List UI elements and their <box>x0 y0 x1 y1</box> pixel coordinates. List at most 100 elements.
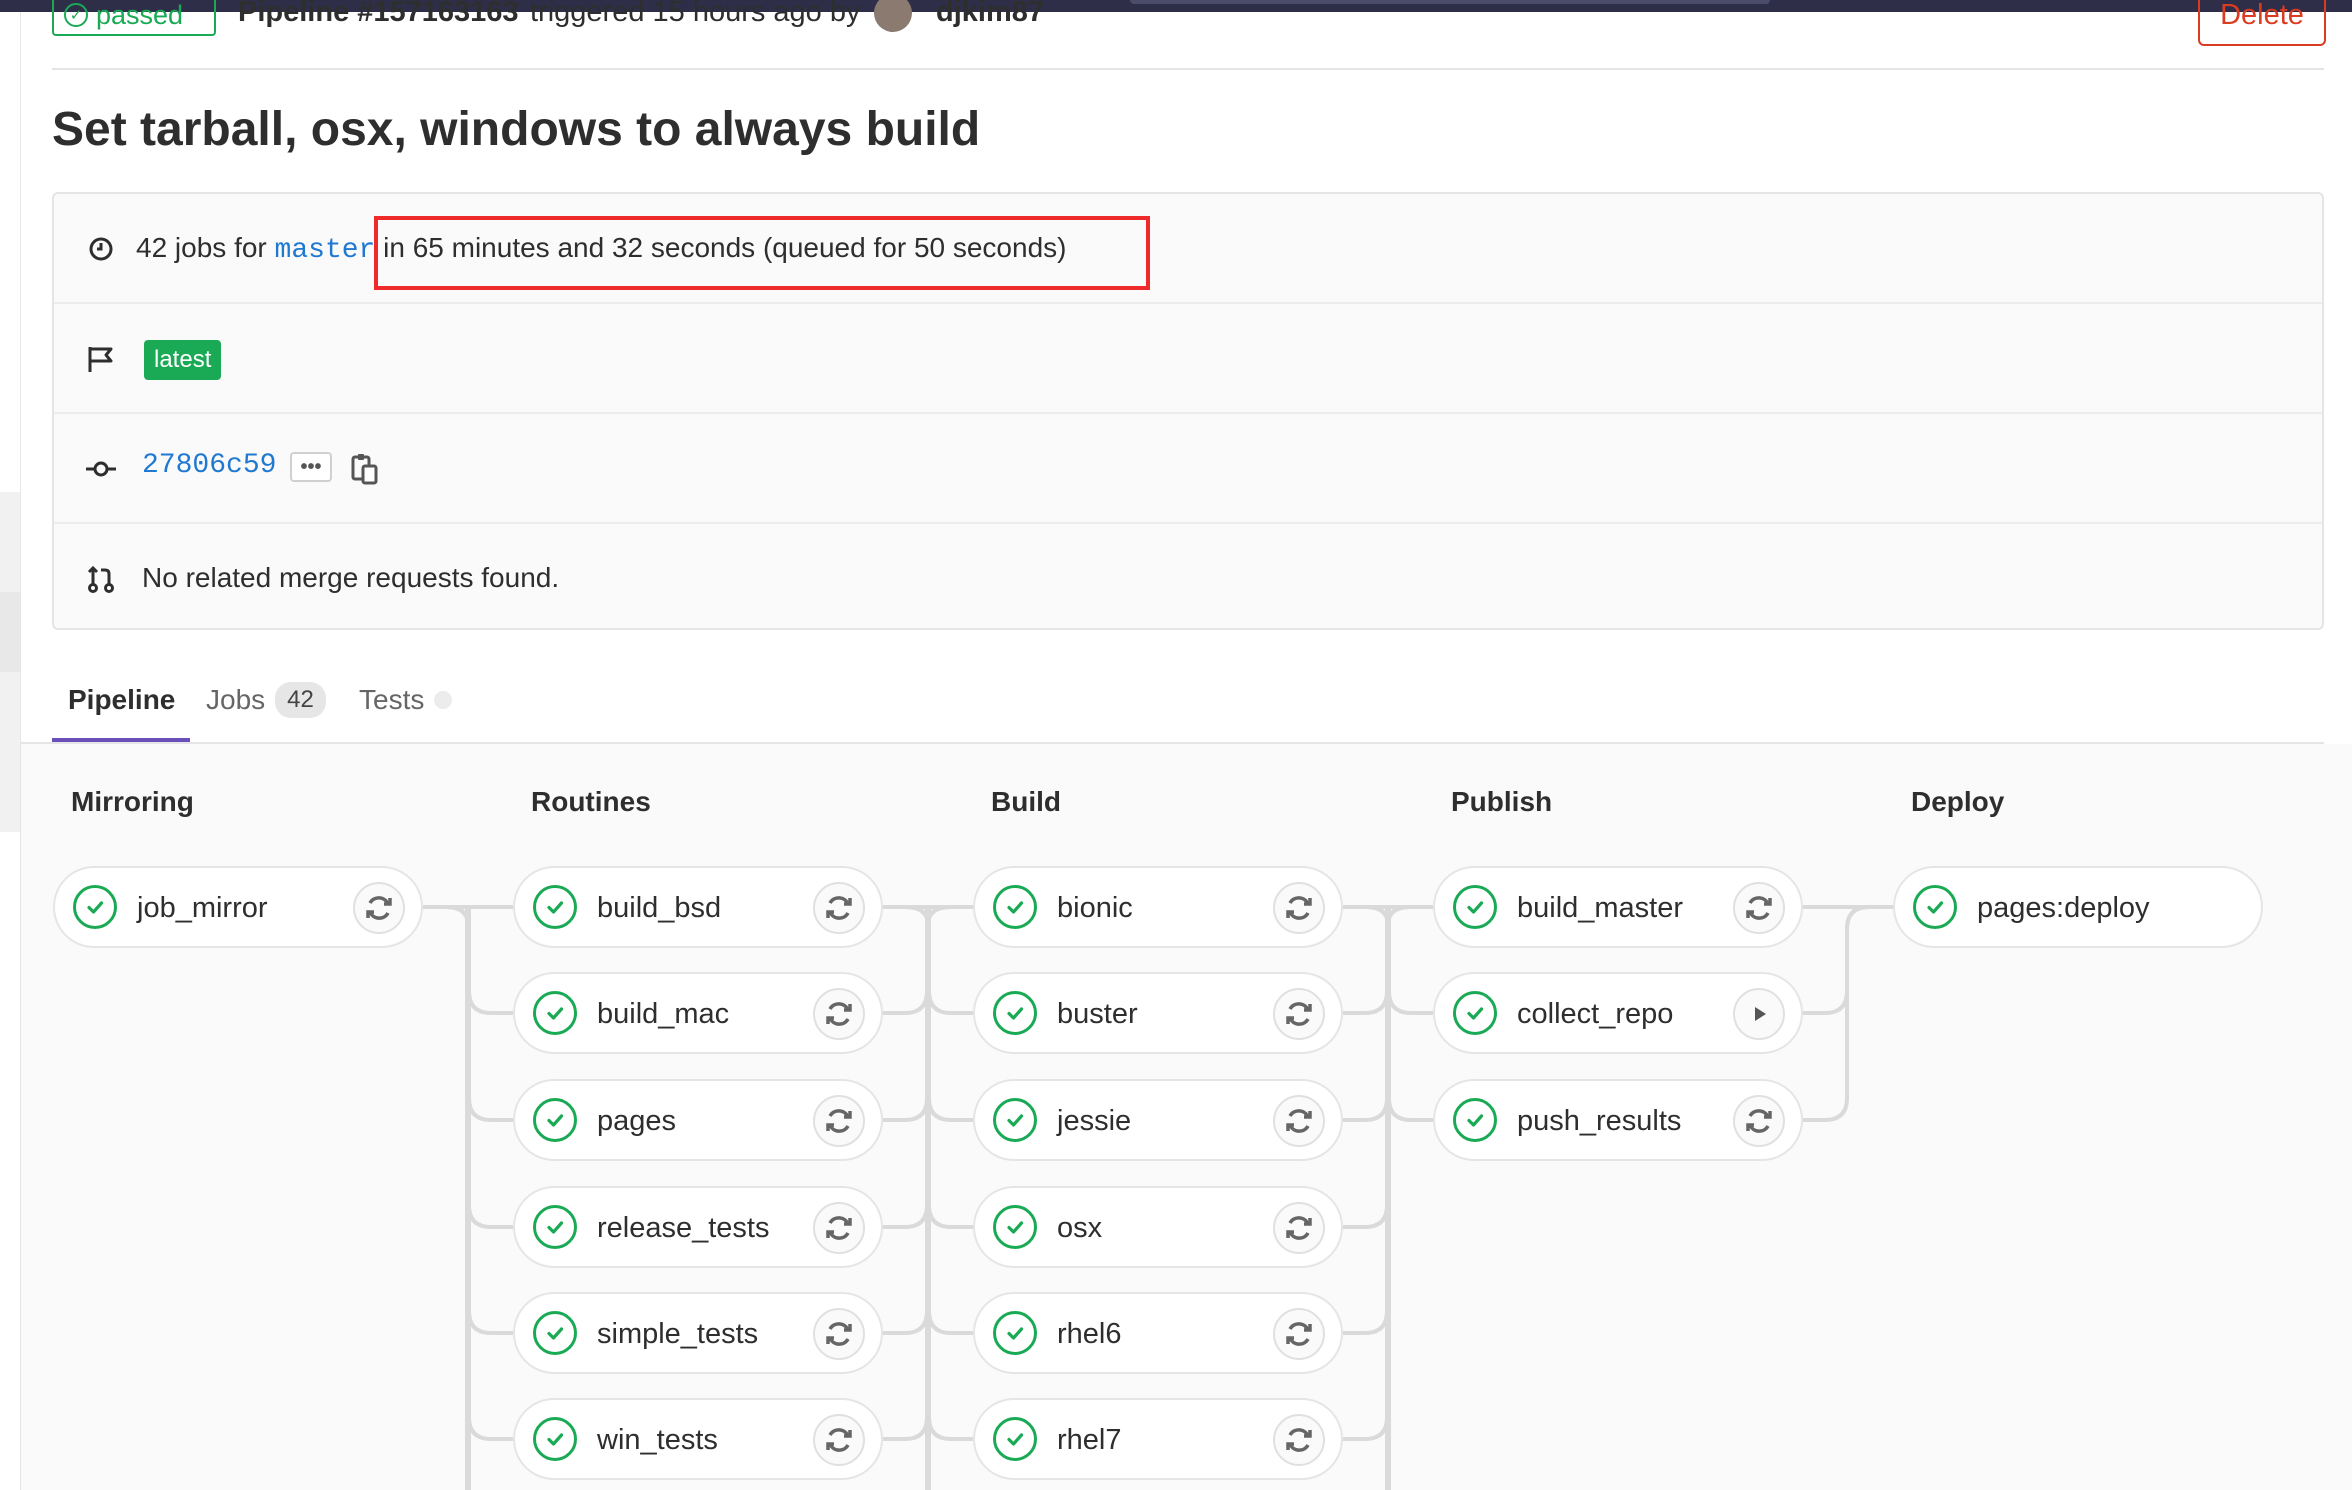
job-name[interactable]: build_mac <box>597 996 729 1032</box>
status-success-icon <box>1913 885 1957 929</box>
job-name[interactable]: osx <box>1057 1210 1102 1246</box>
pipeline-graph: Mirroring job_mirror Routines build_bsd buil… <box>21 744 2352 1490</box>
status-success-icon <box>993 1417 1037 1461</box>
tab-pipeline[interactable]: Pipeline <box>68 658 175 742</box>
job-name[interactable]: win_tests <box>597 1422 718 1458</box>
tab-tests[interactable]: Tests <box>359 658 453 742</box>
job-pill[interactable]: pages <box>513 1079 883 1161</box>
retry-icon[interactable] <box>813 1202 865 1254</box>
job-pill[interactable]: rhel6 <box>973 1292 1343 1374</box>
connector-line <box>906 905 973 1015</box>
retry-icon[interactable] <box>813 1414 865 1466</box>
retry-icon[interactable] <box>1273 1095 1325 1147</box>
connector-line <box>446 905 513 1441</box>
job-name[interactable]: bionic <box>1057 890 1133 926</box>
copy-icon[interactable] <box>350 452 380 486</box>
job-name[interactable]: build_bsd <box>597 890 721 926</box>
retry-icon[interactable] <box>813 882 865 934</box>
status-success-icon <box>1453 991 1497 1035</box>
connector-line <box>446 905 513 1229</box>
latest-badge[interactable]: latest <box>144 340 222 380</box>
retry-icon[interactable] <box>1273 1308 1325 1360</box>
job-pill[interactable]: release_tests <box>513 1186 883 1268</box>
retry-icon[interactable] <box>813 1308 865 1360</box>
job-name[interactable]: build_master <box>1517 890 1683 926</box>
commit-message-toggle-button[interactable]: ••• <box>290 452 332 482</box>
job-name[interactable]: pages <box>597 1103 676 1139</box>
job-name[interactable]: rhel7 <box>1057 1422 1122 1458</box>
job-pill[interactable]: build_bsd <box>513 866 883 948</box>
status-success-icon <box>73 885 117 929</box>
job-pill[interactable]: rhel7 <box>973 1398 1343 1480</box>
triggered-text: triggered 15 hours ago by <box>530 0 861 28</box>
retry-icon[interactable] <box>1273 1202 1325 1254</box>
retry-icon[interactable] <box>1733 882 1785 934</box>
job-name[interactable]: release_tests <box>597 1210 770 1246</box>
job-pill[interactable]: win_tests <box>513 1398 883 1480</box>
status-success-icon <box>533 1205 577 1249</box>
pipeline-info-card: 42 jobs for master in 65 minutes and 32 … <box>52 192 2324 630</box>
job-pill[interactable]: pages:deploy <box>1893 866 2263 948</box>
job-pill[interactable]: push_results <box>1433 1079 1803 1161</box>
pipeline-tabs: Pipeline Jobs 42 Tests <box>52 658 2324 742</box>
merge-requests-text: No related merge requests found. <box>142 562 560 593</box>
retry-icon[interactable] <box>1273 988 1325 1040</box>
retry-icon[interactable] <box>1273 1414 1325 1466</box>
commit-sha-link[interactable]: 27806c59 <box>142 450 276 481</box>
status-success-icon <box>993 1098 1037 1142</box>
job-pill[interactable]: jessie <box>973 1079 1343 1161</box>
job-name[interactable]: buster <box>1057 996 1138 1032</box>
tab-label: Jobs <box>206 684 266 715</box>
stage-title: Build <box>991 786 1061 817</box>
job-pill[interactable]: job_mirror <box>53 866 423 948</box>
connector-line <box>883 905 950 1015</box>
job-pill[interactable]: collect_repo <box>1433 972 1803 1054</box>
job-name[interactable]: pages:deploy <box>1977 890 2150 926</box>
merge-request-icon <box>84 562 118 596</box>
info-row-badges: latest <box>54 304 2322 414</box>
status-success-icon <box>1453 885 1497 929</box>
info-row-merge: No related merge requests found. <box>54 524 2322 634</box>
connector-line <box>1366 905 1433 1015</box>
divider <box>52 68 2324 70</box>
job-pill[interactable]: build_master <box>1433 866 1803 948</box>
job-name[interactable]: rhel6 <box>1057 1316 1122 1352</box>
job-name[interactable]: jessie <box>1057 1103 1131 1139</box>
jobs-count-badge: 42 <box>275 682 326 718</box>
clock-icon <box>84 232 118 266</box>
status-success-icon <box>993 885 1037 929</box>
play-icon[interactable] <box>1733 988 1785 1040</box>
job-pill[interactable]: bionic <box>973 866 1343 948</box>
retry-icon[interactable] <box>1733 1095 1785 1147</box>
trigger-user-link[interactable]: djkim87 <box>936 0 1044 30</box>
page-title: Set tarball, osx, windows to always buil… <box>52 103 981 156</box>
retry-icon[interactable] <box>813 988 865 1040</box>
retry-icon[interactable] <box>813 1095 865 1147</box>
job-name[interactable]: collect_repo <box>1517 996 1673 1032</box>
delete-button[interactable]: Delete <box>2198 0 2326 46</box>
status-badge[interactable]: ✓ passed <box>52 0 216 36</box>
status-success-icon <box>533 1098 577 1142</box>
retry-icon[interactable] <box>353 882 405 934</box>
job-name[interactable]: push_results <box>1517 1103 1681 1139</box>
connector-line <box>906 905 973 1441</box>
tab-label: Tests <box>359 684 425 715</box>
tab-jobs[interactable]: Jobs 42 <box>206 658 326 742</box>
pipeline-header: ✓ passed Pipeline #157163163 triggered 1… <box>52 0 2326 46</box>
info-row-commit: 27806c59 ••• <box>54 414 2322 524</box>
status-success-icon <box>993 1311 1037 1355</box>
status-success-icon <box>533 885 577 929</box>
job-name[interactable]: job_mirror <box>137 890 268 926</box>
avatar[interactable] <box>874 0 912 32</box>
retry-icon[interactable] <box>1273 882 1325 934</box>
status-success-icon <box>533 1311 577 1355</box>
job-name[interactable]: simple_tests <box>597 1316 758 1352</box>
job-pill[interactable]: buster <box>973 972 1343 1054</box>
connector-line <box>1343 905 1410 1015</box>
job-pill[interactable]: build_mac <box>513 972 883 1054</box>
branch-link[interactable]: master <box>275 235 376 266</box>
left-sidebar-edge <box>0 12 21 1490</box>
job-pill[interactable]: osx <box>973 1186 1343 1268</box>
job-pill[interactable]: simple_tests <box>513 1292 883 1374</box>
commit-icon <box>84 452 118 486</box>
